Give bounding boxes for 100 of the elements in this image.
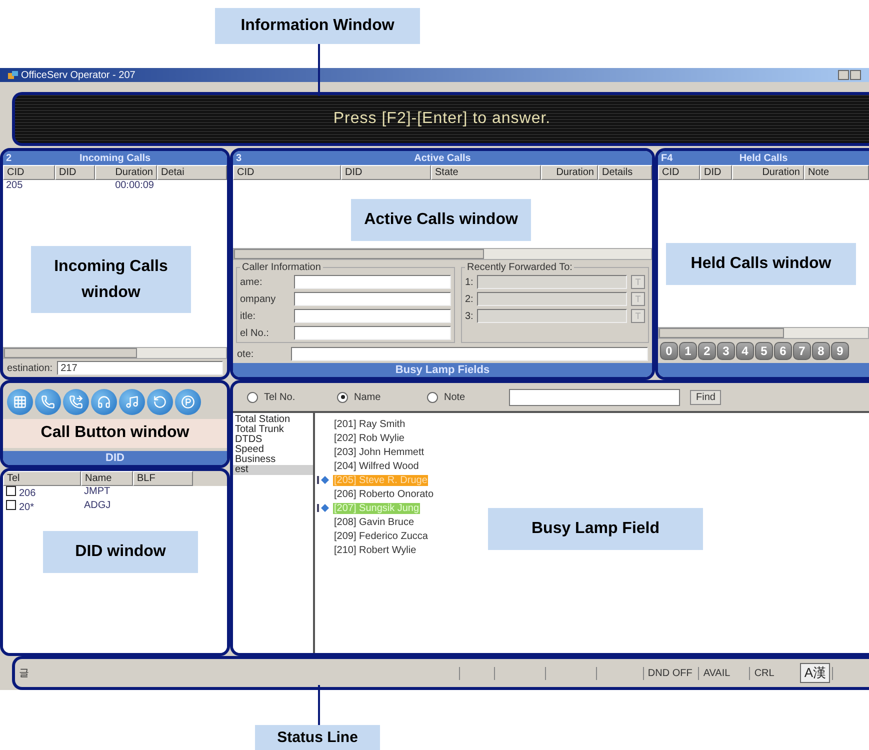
headphones-icon[interactable] <box>91 389 117 415</box>
input-field[interactable] <box>294 292 451 306</box>
group-item[interactable]: Speed <box>233 445 313 455</box>
column-header[interactable]: DID <box>341 165 431 180</box>
panel-title: Incoming Calls <box>79 152 151 164</box>
group-item[interactable]: Total Trunk <box>233 425 313 435</box>
extension-entry[interactable]: [204] Wilfred Wood <box>333 460 420 472</box>
column-header[interactable]: Duration <box>732 165 804 180</box>
column-header[interactable]: Duration <box>95 165 157 180</box>
input-field[interactable] <box>294 309 451 323</box>
column-header[interactable]: Details <box>598 165 652 180</box>
column-header[interactable]: Duration <box>541 165 598 180</box>
radio-button[interactable] <box>337 392 348 402</box>
column-header[interactable]: CID <box>233 165 341 180</box>
parking-icon[interactable] <box>175 389 201 415</box>
field-label: 1: <box>465 276 474 288</box>
table-cell: 20* <box>3 500 81 514</box>
section-bar: DID <box>3 451 227 465</box>
radio-label[interactable]: Note <box>444 392 466 402</box>
extension-entry[interactable]: [203] John Hemmett <box>333 446 426 458</box>
extension-entry[interactable]: [209] Federico Zucca <box>333 530 429 542</box>
column-header[interactable]: Tel <box>3 471 81 486</box>
column-header[interactable]: Note <box>804 165 869 180</box>
field-label: itle: <box>240 310 257 322</box>
scrollbar[interactable] <box>3 347 227 359</box>
input-field[interactable] <box>477 292 627 306</box>
checkbox[interactable] <box>6 500 16 510</box>
group-item[interactable]: Business <box>233 455 313 465</box>
column-header[interactable]: DID <box>700 165 732 180</box>
extension-entry[interactable]: [210] Robert Wylie <box>333 544 418 556</box>
phone-forward-icon[interactable] <box>63 389 89 415</box>
scrollbar[interactable] <box>233 248 652 260</box>
table-cell-text: 00:00:09 <box>114 180 155 193</box>
destination-label: estination: <box>7 362 53 374</box>
radio-button[interactable] <box>427 392 438 402</box>
input-field[interactable] <box>294 275 451 289</box>
restore-button[interactable] <box>850 70 861 80</box>
lamp-marker-icon <box>317 475 329 485</box>
column-header[interactable]: Name <box>81 471 133 486</box>
table-cell-text: JMPT <box>83 486 112 499</box>
table-cell-text: ADGJ <box>83 500 112 513</box>
radio-label[interactable]: Name <box>354 392 381 402</box>
radio-button[interactable] <box>247 392 258 402</box>
group-legend: Recently Forwarded To: <box>465 262 574 273</box>
app-icon <box>8 71 18 79</box>
callout-label: Active Calls window <box>351 199 531 241</box>
find-button[interactable]: Find <box>690 390 722 404</box>
hotkey-label: 2 <box>6 152 12 164</box>
input-mode-indicator[interactable]: A漢 <box>800 663 830 683</box>
music-icon[interactable] <box>119 389 145 415</box>
section-bar: Busy Lamp Fields <box>233 363 652 377</box>
minimize-button[interactable] <box>838 70 849 80</box>
callout-label: Call Button window <box>3 419 227 448</box>
field-label: ote: <box>237 348 255 360</box>
note-field[interactable] <box>291 347 648 361</box>
keypad-icon[interactable] <box>7 389 33 415</box>
input-field[interactable] <box>477 275 627 289</box>
panel-title: Held Calls <box>739 152 788 164</box>
window-title: OfficeServ Operator - 207 <box>21 70 136 80</box>
extension-entry[interactable]: [201] Ray Smith <box>333 418 406 430</box>
column-header[interactable]: BLF <box>133 471 193 486</box>
extension-entry[interactable]: [202] Rob Wylie <box>333 432 406 444</box>
phone-icon[interactable] <box>35 389 61 415</box>
input-field[interactable] <box>477 309 627 323</box>
rotate-icon[interactable] <box>147 389 173 415</box>
extension-entry[interactable]: [206] Roberto Onorato <box>333 488 435 500</box>
column-header[interactable]: CID <box>658 165 700 180</box>
field-label: ompany <box>240 294 277 304</box>
status-text: 글 <box>19 667 29 680</box>
search-field[interactable] <box>509 388 680 406</box>
column-header[interactable]: Detai <box>157 165 227 180</box>
callout-label: Busy Lamp Field <box>488 508 703 550</box>
group-item[interactable]: DTDS <box>233 435 313 445</box>
lamp-marker-icon <box>317 503 329 513</box>
group-item[interactable]: Total Station <box>233 415 313 425</box>
callout-label: DID window <box>43 531 198 573</box>
scrollbar[interactable] <box>658 327 869 339</box>
field-label: ame: <box>240 276 264 288</box>
field-label: 3: <box>465 310 474 322</box>
extension-entry[interactable]: [208] Gavin Bruce <box>333 516 416 528</box>
column-header[interactable]: State <box>431 165 541 180</box>
column-header[interactable]: DID <box>55 165 95 180</box>
hotkey-label: 3 <box>236 152 242 164</box>
radio-label[interactable]: Tel No. <box>264 392 296 402</box>
status-indicator: CRL <box>749 666 798 680</box>
table-cell: 206 <box>3 486 81 500</box>
column-header[interactable]: CID <box>3 165 55 180</box>
field-label: el No.: <box>240 328 270 338</box>
destination-field[interactable]: 217 <box>56 361 223 375</box>
input-field[interactable] <box>294 326 451 340</box>
callout-label: Incoming Calls window <box>31 246 191 314</box>
checkbox[interactable] <box>6 486 16 496</box>
status-indicator: DND OFF <box>642 666 696 680</box>
group-item[interactable]: est <box>233 465 313 475</box>
info-message: Press [F2]-[Enter] to answer. <box>333 110 551 128</box>
callout-label: Held Calls window <box>666 243 856 285</box>
table-cell-text: 205 <box>5 180 24 193</box>
status-indicator: AVAIL <box>698 666 748 680</box>
panel-title: Active Calls <box>414 152 471 164</box>
field-label: 2: <box>465 294 474 304</box>
